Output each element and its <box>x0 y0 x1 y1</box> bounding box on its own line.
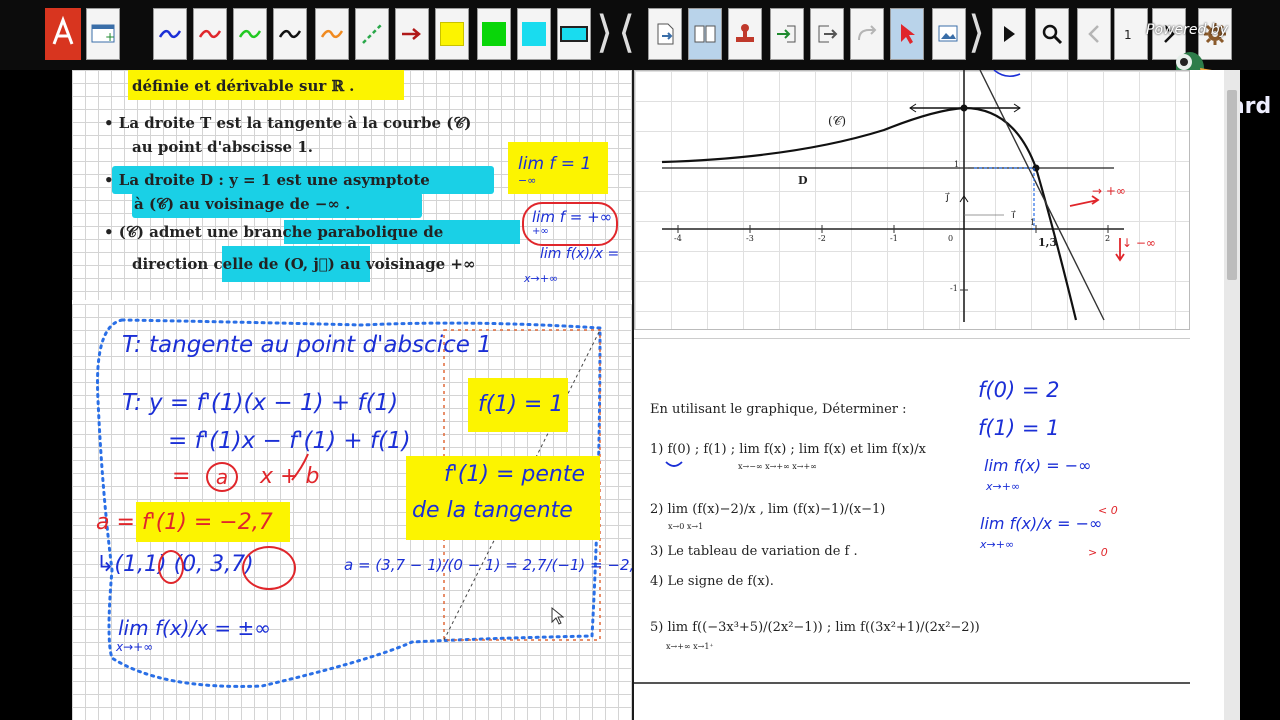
underline-f0 <box>665 461 683 467</box>
svg-text:+: + <box>105 30 115 44</box>
export-page-icon[interactable] <box>648 8 682 60</box>
graph-i-label: i⃗ <box>1012 210 1015 221</box>
graph-tick-x-m2: -2 <box>818 234 826 243</box>
redo-icon[interactable] <box>850 8 884 60</box>
hand-eq-3-a: = <box>172 464 191 489</box>
hand-eq-1: T: y = f'(1)(x − 1) + f(1) <box>122 390 399 416</box>
question-1-subs: x→−∞ x→+∞ x→+∞ <box>738 462 817 471</box>
graph-tick-x-m3: -3 <box>746 234 754 243</box>
question-2-subs: x→0 x→1 <box>668 522 704 531</box>
board-settings-icon[interactable]: + <box>86 8 120 60</box>
question-2: 2) lim (f(x)−2)/x , lim (f(x)−1)/(x−1) <box>650 502 886 517</box>
powered-by-label: Powered by <box>1146 22 1228 38</box>
highlighter-green-icon[interactable] <box>477 8 511 60</box>
graph-tick-y-m1: -1 <box>950 284 958 293</box>
hand-eq-3-circled-a: a <box>206 462 238 492</box>
pen-blue-icon[interactable] <box>153 8 187 60</box>
app-logo-icon[interactable] <box>45 8 81 60</box>
arrow-tool-icon[interactable] <box>395 8 429 60</box>
book-view-icon[interactable] <box>688 8 722 60</box>
scrollbar-thumb[interactable] <box>1227 90 1237 280</box>
hand-fp1-a: f'(1) = pente <box>444 462 585 487</box>
rectangle-tool-icon[interactable] <box>557 8 591 60</box>
share-icon[interactable] <box>810 8 844 60</box>
graph-x13-label: 1,3 <box>1038 236 1058 249</box>
highlighter-yellow-icon[interactable] <box>435 8 469 60</box>
question-1: 1) f(0) ; f(1) ; lim f(x) ; lim f(x) et … <box>650 442 926 457</box>
hand-circle-37 <box>242 546 296 590</box>
question-panel-bottom-rule <box>634 682 1190 684</box>
graph-tick-x-2: 2 <box>1105 234 1111 243</box>
pen-green-icon[interactable] <box>233 8 267 60</box>
hand-circle-1 <box>158 550 184 584</box>
hand-fp1-b: de la tangente <box>412 498 573 523</box>
graph-tick-x-m4: -4 <box>674 234 682 243</box>
hand-eq-3-b: x + b <box>260 464 320 489</box>
left-page[interactable]: définie et dérivable sur ℝ . • La droite… <box>72 70 632 720</box>
answer-f1: f(1) = 1 <box>978 416 1060 440</box>
hand-title-tangent: T: tangente au point d'abscice 1 <box>122 332 492 358</box>
graph-D-label: D <box>798 174 808 187</box>
insert-image-icon[interactable] <box>932 8 966 60</box>
pen-red-icon[interactable] <box>193 8 227 60</box>
question-intro: En utilisant le graphique, Déterminer : <box>650 402 907 417</box>
graph-note-minus-inf: ↓ −∞ <box>1122 236 1156 250</box>
answer-lim-plus-inf-sub: x→+∞ <box>986 480 1021 493</box>
graph-tick-y-1: 1 <box>954 160 960 169</box>
pen-orange-icon[interactable] <box>315 8 349 60</box>
search-icon[interactable] <box>1035 8 1069 60</box>
play-icon[interactable] <box>992 8 1026 60</box>
hand-a-calc: a = (3,7 − 1)/(0 − 1) = 2,7/(−1) = −2,7 <box>344 556 632 574</box>
toolbar-collapse-right-icon[interactable]: ⟩ <box>968 6 985 64</box>
graph-tick-x-m1: -1 <box>890 234 898 243</box>
answer-lim-ratio-sign-top: < 0 <box>1098 504 1118 517</box>
pointer-icon[interactable] <box>890 8 924 60</box>
hand-f1: f(1) = 1 <box>478 392 564 417</box>
graph-note-plus-inf: → +∞ <box>1092 184 1126 198</box>
hand-a-value: a = f'(1) = −2,7 <box>96 510 273 535</box>
toolbar-expand-icon[interactable]: ⟨ <box>618 6 635 64</box>
hand-lim-sub: x→+∞ <box>116 640 154 654</box>
hand-lim: lim f(x)/x = ±∞ <box>118 616 271 640</box>
pen-black-icon[interactable] <box>273 8 307 60</box>
page-number: 1 <box>1124 28 1132 42</box>
question-5: 5) lim f((−3x³+5)/(2x²−1)) ; lim f((3x²+… <box>650 620 980 635</box>
graph-curve-label: (𝒞) <box>828 114 847 128</box>
import-icon[interactable] <box>770 8 804 60</box>
answer-lim-plus-inf: lim f(x) = −∞ <box>984 456 1092 475</box>
graph-tick-x-0: 0 <box>948 234 954 243</box>
answer-lim-ratio: lim f(x)/x = −∞ <box>980 514 1103 533</box>
graph-tick-x-1: 1 <box>1030 218 1036 227</box>
highlighter-cyan-icon[interactable] <box>517 8 551 60</box>
answer-lim-ratio-sub: x→+∞ <box>980 538 1015 551</box>
graph-j-label: j⃗ <box>946 192 949 203</box>
prev-page-icon[interactable] <box>1077 8 1111 60</box>
hand-eq-2: = f'(1)x − f'(1) + f(1) <box>168 428 411 454</box>
dashed-line-icon[interactable] <box>355 8 389 60</box>
mouse-cursor-icon <box>551 606 564 625</box>
toolbar-collapse-icon[interactable]: ⟩ <box>596 6 613 64</box>
question-3: 3) Le tableau de variation de f . <box>650 544 858 559</box>
toolbar: + ⟩ ⟨ ⟩ 1 <box>0 0 1280 70</box>
stamp-icon[interactable] <box>728 8 762 60</box>
answer-lim-ratio-sign-bottom: > 0 <box>1088 546 1108 559</box>
function-graph <box>661 70 1125 322</box>
answer-f0: f(0) = 2 <box>978 378 1060 402</box>
question-4: 4) Le signe de f(x). <box>650 574 774 589</box>
right-page[interactable]: (𝒞) D j⃗ i⃗ 1,3 -4 -3 -2 -1 0 1 2 1 -1 →… <box>634 70 1224 720</box>
question-5-subs: x→+∞ x→1⁺ <box>666 642 714 651</box>
